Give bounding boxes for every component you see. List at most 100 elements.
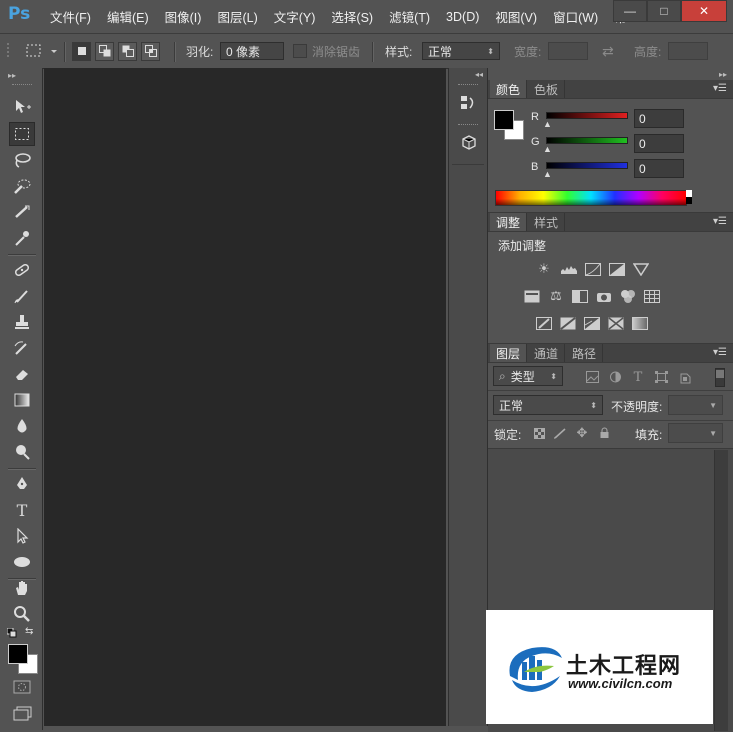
menu-layer[interactable]: 图层(L) — [217, 7, 257, 26]
tool-preset-picker[interactable] — [24, 34, 58, 68]
expand-arrows-icon[interactable]: ◂◂ — [475, 70, 483, 79]
levels-icon[interactable] — [560, 262, 578, 276]
dodge-tool-icon[interactable] — [9, 440, 35, 464]
add-selection-button[interactable] — [95, 41, 114, 61]
red-value-input[interactable]: 0 — [634, 109, 684, 128]
feather-input[interactable]: 0 像素 — [220, 42, 284, 60]
zoom-tool-icon[interactable] — [9, 602, 35, 626]
panel-collapse-arrows-icon[interactable]: ▸▸ — [719, 70, 727, 79]
tab-paths[interactable]: 路径 — [566, 344, 604, 362]
3d-panel-icon[interactable] — [456, 132, 480, 154]
brush-tool-icon[interactable] — [9, 284, 35, 308]
menu-window[interactable]: 窗口(W) — [553, 7, 598, 26]
rectangular-marquee-tool-icon[interactable] — [9, 122, 35, 146]
menu-file[interactable]: 文件(F) — [50, 7, 91, 26]
filter-pixel-icon[interactable] — [583, 370, 601, 384]
gradient-map-icon[interactable] — [631, 316, 649, 330]
green-slider[interactable] — [546, 137, 628, 144]
menu-image[interactable]: 图像(I) — [165, 7, 202, 26]
tab-layers[interactable]: 图层 — [490, 344, 528, 362]
fill-input[interactable]: ▼ — [668, 423, 723, 443]
filter-shape-icon[interactable] — [652, 370, 670, 384]
invert-icon[interactable] — [535, 316, 553, 330]
new-selection-button[interactable] — [72, 41, 91, 61]
tab-adjustments[interactable]: 调整 — [490, 213, 528, 231]
lock-transparent-pixels-icon[interactable] — [530, 426, 548, 440]
channel-mixer-icon[interactable] — [619, 289, 637, 303]
threshold-icon[interactable] — [583, 316, 601, 330]
black-chip[interactable] — [686, 197, 692, 204]
panel-menu-icon[interactable]: ▾☰ — [713, 347, 727, 358]
green-value-input[interactable]: 0 — [634, 134, 684, 153]
panel-foreground-swatch[interactable] — [494, 110, 514, 130]
hand-tool-icon[interactable] — [9, 576, 35, 600]
blue-slider[interactable] — [546, 162, 628, 169]
panel-menu-icon[interactable]: ▾☰ — [713, 216, 727, 227]
exposure-icon[interactable] — [608, 262, 626, 276]
filter-smart-object-icon[interactable] — [676, 370, 694, 384]
screen-mode-icon[interactable] — [13, 706, 33, 725]
menu-filter[interactable]: 滤镜(T) — [389, 7, 430, 26]
color-spectrum-ramp[interactable] — [495, 190, 687, 206]
tab-channels[interactable]: 通道 — [528, 344, 566, 362]
subtract-selection-button[interactable] — [118, 41, 137, 61]
white-chip[interactable] — [686, 190, 692, 197]
intersect-selection-button[interactable] — [141, 41, 160, 61]
filter-type-icon[interactable]: T — [629, 370, 647, 385]
hue-saturation-icon[interactable] — [523, 289, 541, 303]
eyedropper-tool-icon[interactable] — [9, 226, 35, 250]
tab-swatches[interactable]: 色板 — [528, 80, 566, 98]
layer-filter-select[interactable]: ⌕ 类型 ⬍ — [493, 366, 563, 386]
opacity-input[interactable]: ▼ — [668, 395, 723, 415]
red-slider[interactable] — [546, 112, 628, 119]
curves-icon[interactable] — [584, 262, 602, 276]
layers-scrollbar[interactable] — [714, 450, 728, 731]
menu-type[interactable]: 文字(Y) — [274, 7, 316, 26]
menu-view[interactable]: 视图(V) — [495, 7, 537, 26]
lock-position-icon[interactable]: ✥ — [573, 425, 591, 440]
antialias-checkbox[interactable] — [293, 34, 307, 68]
pen-tool-icon[interactable] — [9, 472, 35, 496]
healing-brush-tool-icon[interactable] — [9, 258, 35, 282]
photo-filter-icon[interactable] — [595, 289, 613, 303]
tab-color[interactable]: 颜色 — [490, 80, 528, 98]
slider-thumb-icon[interactable]: ▲ — [543, 144, 552, 154]
black-white-icon[interactable] — [571, 289, 589, 303]
document-canvas-area[interactable] — [44, 68, 446, 726]
default-colors-icon[interactable] — [6, 627, 17, 638]
crop-tool-icon[interactable] — [9, 200, 35, 224]
selective-color-icon[interactable] — [607, 316, 625, 330]
posterize-icon[interactable] — [559, 316, 577, 330]
type-tool-icon[interactable]: T — [9, 498, 35, 522]
tab-styles[interactable]: 样式 — [528, 213, 566, 231]
lasso-tool-icon[interactable] — [9, 148, 35, 172]
collapse-arrows-icon[interactable]: ▸▸ — [8, 71, 16, 80]
blend-mode-select[interactable]: 正常 ⬍ — [493, 395, 603, 415]
lock-image-pixels-icon[interactable] — [551, 426, 569, 440]
style-select[interactable]: 正常 ⬍ — [422, 42, 500, 60]
swap-colors-icon[interactable]: ⇆ — [25, 626, 33, 637]
minimize-button[interactable]: — — [613, 0, 647, 22]
slider-thumb-icon[interactable]: ▲ — [543, 119, 552, 129]
ellipse-tool-icon[interactable] — [9, 550, 35, 574]
history-panel-icon[interactable] — [456, 92, 480, 114]
brightness-contrast-icon[interactable]: ☀ — [535, 261, 553, 276]
gradient-tool-icon[interactable] — [9, 388, 35, 412]
close-button[interactable]: ✕ — [681, 0, 727, 22]
eraser-tool-icon[interactable] — [9, 362, 35, 386]
foreground-color-swatch[interactable] — [8, 644, 28, 664]
path-selection-tool-icon[interactable] — [9, 524, 35, 548]
menu-edit[interactable]: 编辑(E) — [107, 7, 149, 26]
panel-menu-icon[interactable]: ▾☰ — [713, 83, 727, 94]
blur-tool-icon[interactable] — [9, 414, 35, 438]
maximize-button[interactable]: □ — [647, 0, 681, 22]
menu-3d[interactable]: 3D(D) — [446, 10, 479, 24]
history-brush-tool-icon[interactable] — [9, 336, 35, 360]
swap-dimensions-icon[interactable]: ⇄ — [602, 34, 614, 68]
color-balance-icon[interactable]: ⚖ — [547, 288, 565, 303]
quick-mask-icon[interactable] — [13, 680, 31, 697]
color-lookup-icon[interactable] — [643, 289, 661, 303]
lock-all-icon[interactable] — [595, 426, 613, 440]
filter-adjustment-icon[interactable] — [606, 370, 624, 384]
clone-stamp-tool-icon[interactable] — [9, 310, 35, 334]
